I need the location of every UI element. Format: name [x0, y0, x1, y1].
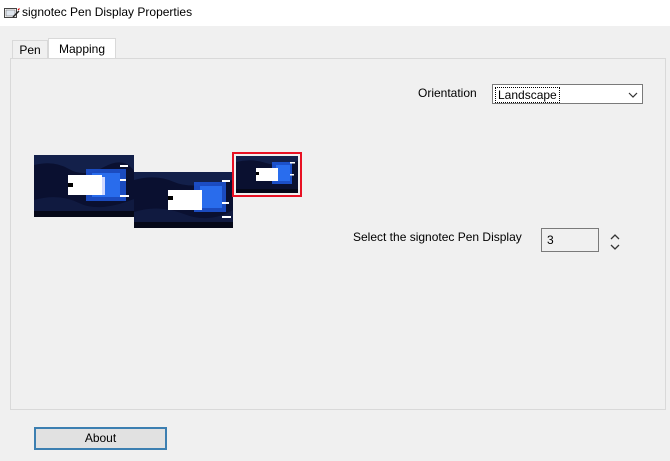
window-title: signotec Pen Display Properties — [22, 5, 193, 19]
monitor-1-thumbnail[interactable] — [34, 155, 134, 217]
tab-mapping[interactable]: Mapping — [48, 38, 116, 58]
chevron-down-icon — [628, 89, 638, 99]
monitor-3-thumbnail[interactable] — [236, 156, 298, 193]
display-number-field[interactable]: 3 — [541, 228, 599, 252]
orientation-value: Landscape — [495, 87, 560, 103]
monitor-2-thumbnail[interactable] — [134, 172, 233, 228]
title-bar: signotec Pen Display Properties — [0, 0, 670, 26]
orientation-label: Orientation — [418, 86, 477, 100]
chevron-up-icon[interactable] — [608, 231, 622, 241]
pen-display-icon — [4, 6, 20, 20]
about-button[interactable]: About — [34, 427, 167, 450]
tab-pen[interactable]: Pen — [12, 40, 48, 58]
select-display-label: Select the signotec Pen Display — [353, 230, 522, 244]
orientation-dropdown[interactable]: Landscape — [492, 84, 643, 104]
chevron-down-icon[interactable] — [608, 241, 622, 251]
